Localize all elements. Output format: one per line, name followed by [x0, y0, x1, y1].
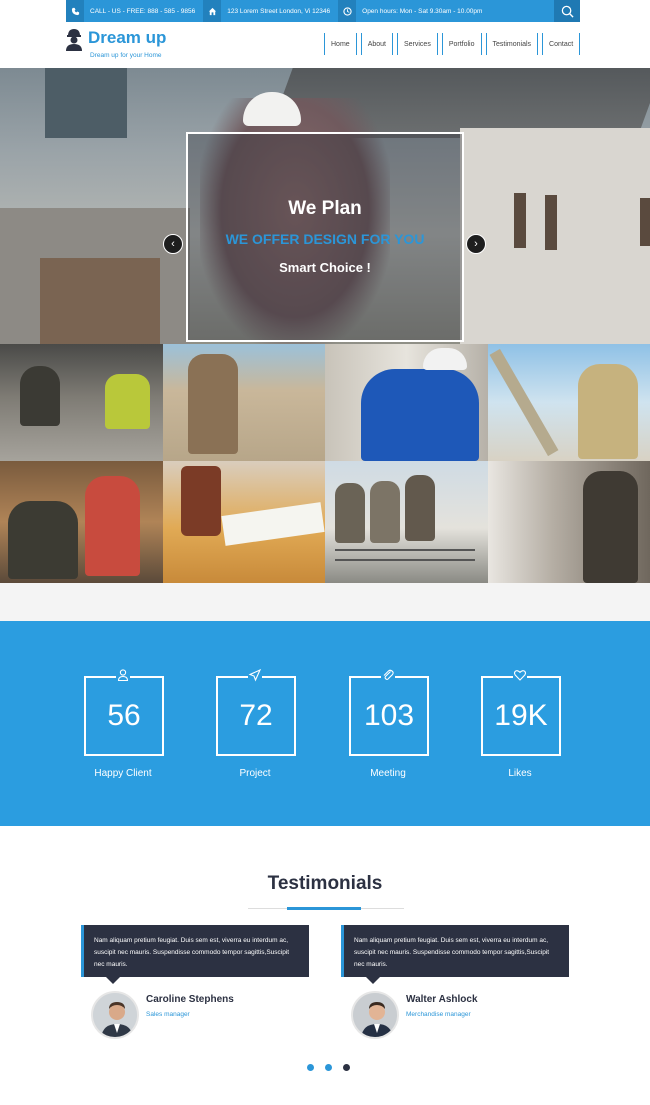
hero-subtitle: WE OFFER DESIGN FOR YOU: [225, 231, 425, 247]
top-bar: CALL - US - FREE: 888 - 585 - 9856 123 L…: [0, 0, 650, 22]
clock-icon: [338, 0, 357, 22]
gallery-image-2[interactable]: [162, 344, 325, 461]
carousel-dot-active[interactable]: [343, 1064, 350, 1071]
testimonial-card: Nam aliquam pretium feugiat. Duis sem es…: [81, 925, 309, 984]
search-icon: [561, 5, 574, 18]
avatar: [91, 991, 139, 1039]
home-icon: [203, 0, 222, 22]
hero-slider: We Plan WE OFFER DESIGN FOR YOU Smart Ch…: [0, 68, 650, 344]
counter-label: Project: [239, 768, 271, 779]
hero-text: Smart Choice !: [279, 260, 371, 275]
counter-value-box: 56: [84, 676, 164, 756]
nav-services[interactable]: Services: [396, 33, 438, 55]
chevron-right-icon: ›: [474, 238, 478, 250]
counter-value-box: 103: [349, 676, 429, 756]
top-bar-strip: CALL - US - FREE: 888 - 585 - 9856 123 L…: [66, 0, 580, 22]
logo-tagline: Dream up for your Home: [90, 52, 162, 59]
heart-icon: [513, 668, 527, 682]
topbar-address: 123 Lorem Street London, Vi 12346: [227, 7, 331, 15]
avatar: [351, 991, 399, 1039]
nav-about[interactable]: About: [360, 33, 393, 55]
testimonial-name: Walter Ashlock: [406, 994, 478, 1005]
counter-label: Likes: [508, 768, 532, 779]
testimonials-title: Testimonials: [267, 873, 383, 894]
gallery-image-3[interactable]: [325, 344, 488, 461]
gallery-image-6[interactable]: [162, 461, 325, 583]
logo-title[interactable]: Dream up: [88, 28, 166, 48]
testimonial-role: Merchandise manager: [406, 1011, 471, 1018]
nav-contact[interactable]: Contact: [542, 33, 581, 55]
gallery-image-5[interactable]: [0, 461, 163, 583]
topbar-phone: CALL - US - FREE: 888 - 585 - 9856: [90, 7, 196, 15]
slider-next-button[interactable]: ›: [466, 234, 486, 254]
search-button[interactable]: [554, 0, 580, 22]
main-nav: Home About Services Portfolio Testimonia…: [324, 33, 584, 55]
hero-window: [514, 193, 526, 248]
nav-portfolio[interactable]: Portfolio: [441, 33, 482, 55]
counter-label: Happy Client: [94, 768, 152, 779]
title-divider-accent: [287, 907, 361, 910]
testimonial-name: Caroline Stephens: [146, 994, 234, 1005]
project-gallery: [0, 344, 650, 583]
slider-prev-button[interactable]: ‹: [163, 234, 183, 254]
counter-value-box: 72: [216, 676, 296, 756]
hero-window: [640, 198, 650, 246]
gallery-image-1[interactable]: [0, 344, 163, 461]
nav-testimonials[interactable]: Testimonials: [485, 33, 539, 55]
hero-window: [545, 195, 557, 250]
hero-title: We Plan: [288, 198, 362, 219]
counter-value-box: 19K: [481, 676, 561, 756]
counter-label: Meeting: [370, 768, 406, 779]
user-icon: [116, 668, 130, 682]
paperclip-icon: [381, 668, 395, 682]
gallery-image-8[interactable]: [487, 461, 650, 583]
counter-section: 56 Happy Client 72 Project 103 Meeting 1…: [0, 621, 650, 826]
nav-home[interactable]: Home: [324, 33, 357, 55]
hero-caption-box: We Plan WE OFFER DESIGN FOR YOU Smart Ch…: [186, 132, 464, 342]
testimonial-card: Nam aliquam pretium feugiat. Duis sem es…: [341, 925, 569, 984]
send-icon: [248, 668, 262, 682]
carousel-dot[interactable]: [307, 1064, 314, 1071]
worker-logo-icon: [66, 29, 82, 51]
carousel-dot[interactable]: [325, 1064, 332, 1071]
phone-icon: [66, 0, 84, 22]
section-spacer: [0, 583, 650, 621]
hero-window: [45, 68, 127, 138]
gallery-image-4[interactable]: [487, 344, 650, 461]
chevron-left-icon: ‹: [171, 238, 175, 250]
topbar-hours: Open hours: Mon - Sat 9.30am - 10.00pm: [362, 7, 483, 15]
testimonial-role: Sales manager: [146, 1011, 190, 1018]
gallery-image-7[interactable]: [325, 461, 488, 583]
site-header: Dream up Dream up for your Home Home Abo…: [0, 22, 650, 68]
carousel-dots: [307, 1064, 361, 1071]
hero-door-shape: [40, 258, 160, 344]
